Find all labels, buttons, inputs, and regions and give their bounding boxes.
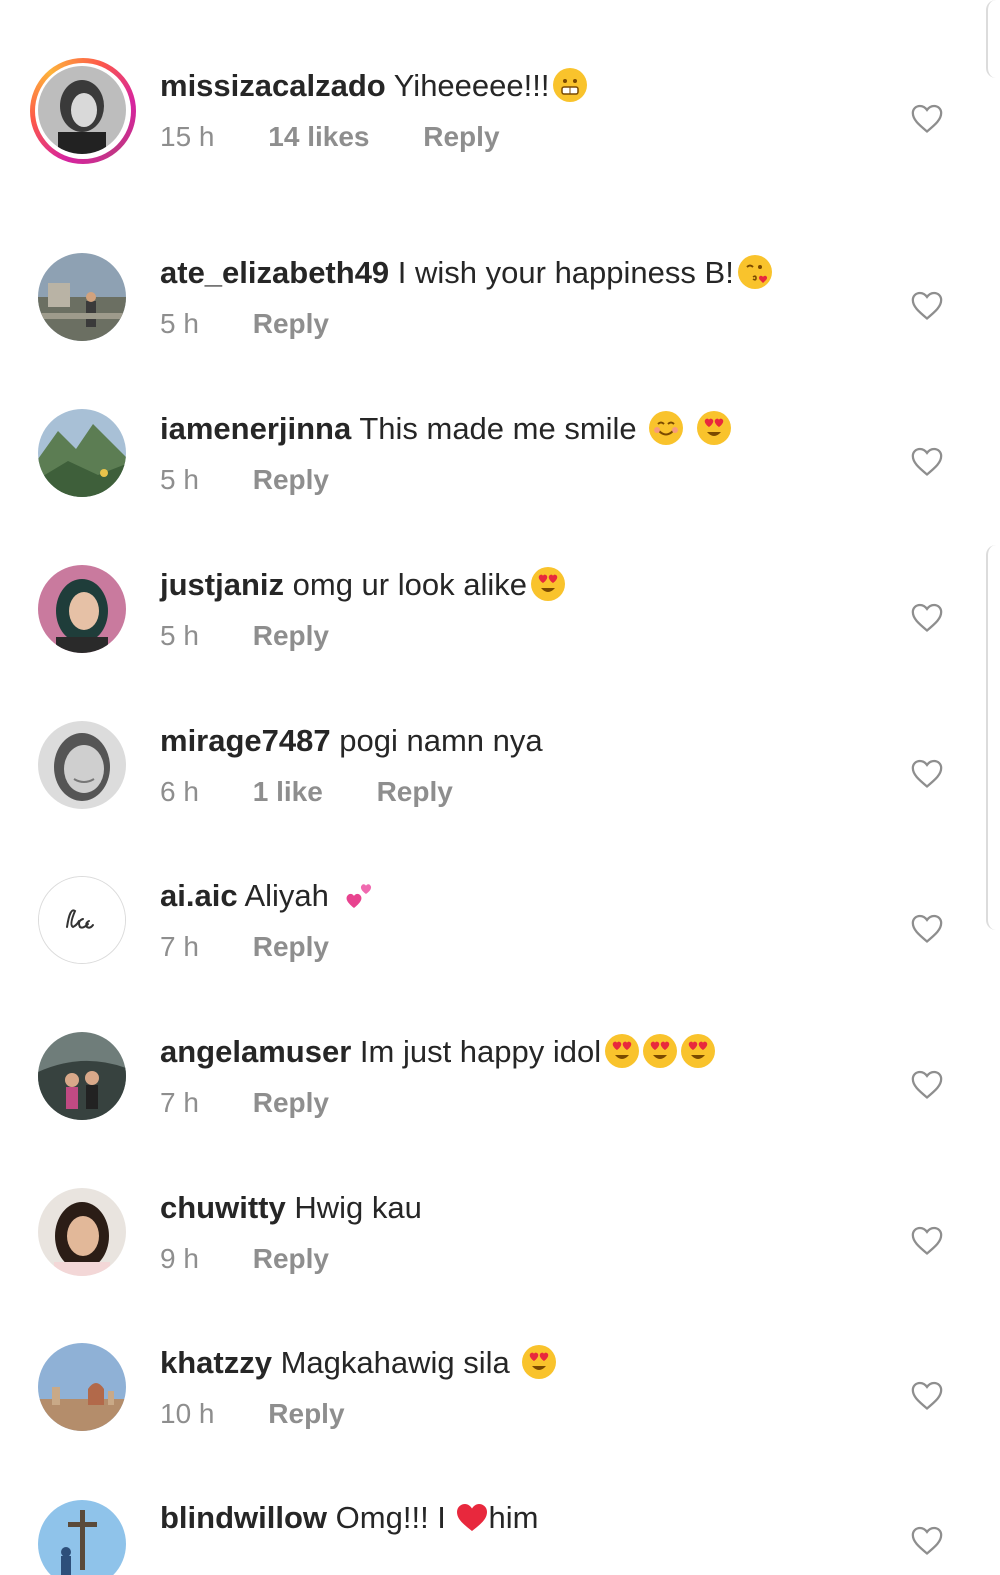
comment-text: I wish your happiness B! (397, 255, 734, 290)
comment-item: khatzzy Magkahawig sila 10 h Reply (0, 1343, 1000, 1473)
comment-text: Magkahawig sila (280, 1345, 510, 1380)
comment-text: Yiheeeee!!! (393, 68, 550, 103)
avatar[interactable] (38, 1500, 126, 1575)
reply-button[interactable]: Reply (253, 308, 329, 339)
grimacing-face-emoji (553, 68, 588, 102)
comment-item: ate_elizabeth49 I wish your happiness B!… (0, 253, 1000, 383)
heart-icon[interactable] (910, 757, 944, 789)
avatar[interactable] (38, 409, 126, 497)
reply-button[interactable]: Reply (253, 620, 329, 651)
avatar[interactable] (38, 1188, 126, 1276)
comment-text-continued: him (488, 1500, 539, 1535)
comment-likes[interactable]: 14 likes (268, 121, 369, 152)
heart-eyes-face-emoji (530, 567, 565, 601)
heart-eyes-face-emoji (681, 1034, 716, 1068)
heart-eyes-face-emoji (522, 1345, 557, 1379)
reply-button[interactable]: Reply (253, 1243, 329, 1274)
comment-meta: 5 h Reply (160, 307, 880, 341)
heart-icon[interactable] (910, 1524, 944, 1556)
scrollbar[interactable] (986, 545, 1000, 930)
comment-meta: 6 h 1 like Reply (160, 775, 880, 809)
comment-time: 6 h (160, 776, 199, 807)
comment-item: justjaniz omg ur look alike 5 h Reply (0, 565, 1000, 695)
comment-time: 5 h (160, 464, 199, 495)
heart-eyes-face-emoji (643, 1034, 678, 1068)
reply-button[interactable]: Reply (253, 464, 329, 495)
comment-time: 7 h (160, 931, 199, 962)
heart-eyes-face-emoji (697, 411, 732, 445)
heart-icon[interactable] (910, 1224, 944, 1256)
two-hearts-emoji (342, 878, 376, 912)
comment-username[interactable]: ai.aic (160, 878, 238, 913)
comment-username[interactable]: iamenerjinna (160, 411, 351, 446)
comment-username[interactable]: khatzzy (160, 1345, 272, 1380)
comment-username[interactable]: chuwitty (160, 1190, 286, 1225)
comment-time: 5 h (160, 620, 199, 651)
heart-icon[interactable] (910, 289, 944, 321)
comment-username[interactable]: justjaniz (160, 567, 284, 602)
comment-text: Im just happy idol (359, 1034, 602, 1069)
comment-item: mirage7487 pogi namn nya 6 h 1 like Repl… (0, 721, 1000, 851)
avatar[interactable] (38, 253, 126, 341)
comment-text: Omg!!! I (335, 1500, 446, 1535)
comment-item: missizacalzado Yiheeeee!!! 15 h 14 likes… (0, 58, 1000, 196)
comment-meta: 15 h 14 likes Reply (160, 120, 880, 154)
comment-time: 15 h (160, 121, 215, 152)
reply-button[interactable]: Reply (268, 1398, 344, 1429)
reply-button[interactable]: Reply (423, 121, 499, 152)
comment-username[interactable]: angelamuser (160, 1034, 351, 1069)
comment-text: omg ur look alike (292, 567, 527, 602)
heart-icon[interactable] (910, 912, 944, 944)
comment-time: 7 h (160, 1087, 199, 1118)
comment-meta: 7 h Reply (160, 930, 880, 964)
comment-item: iamenerjinna This made me smile 5 h Repl… (0, 409, 1000, 539)
smiling-face-emoji (649, 411, 684, 445)
heart-icon[interactable] (910, 1379, 944, 1411)
comment-time: 10 h (160, 1398, 215, 1429)
avatar[interactable] (38, 721, 126, 809)
heart-icon[interactable] (910, 445, 944, 477)
comment-text: pogi namn nya (339, 723, 543, 758)
comment-time: 9 h (160, 1243, 199, 1274)
comment-meta: 10 h Reply (160, 1397, 880, 1431)
comment-text: This made me smile (359, 411, 637, 446)
reply-button[interactable]: Reply (253, 931, 329, 962)
comment-meta: 9 h Reply (160, 1242, 880, 1276)
comment-meta: 7 h Reply (160, 1086, 880, 1120)
avatar[interactable] (38, 1343, 126, 1431)
red-heart-emoji (455, 1500, 489, 1534)
heart-icon[interactable] (910, 1068, 944, 1100)
comment-likes[interactable]: 1 like (253, 776, 323, 807)
comment-time: 5 h (160, 308, 199, 339)
avatar[interactable] (38, 565, 126, 653)
heart-icon[interactable] (910, 102, 944, 134)
comment-item: chuwitty Hwig kau 9 h Reply (0, 1188, 1000, 1318)
comment-text: Aliyah (244, 878, 329, 913)
reply-button[interactable]: Reply (377, 776, 453, 807)
comment-meta: 5 h Reply (160, 463, 880, 497)
comment-item: blindwillow Omg!!! I him (0, 1498, 1000, 1575)
avatar[interactable] (38, 876, 126, 964)
comment-username[interactable]: mirage7487 (160, 723, 331, 758)
heart-icon[interactable] (910, 601, 944, 633)
heart-eyes-face-emoji (605, 1034, 640, 1068)
face-blowing-kiss-emoji (737, 255, 772, 289)
comment-meta: 5 h Reply (160, 619, 880, 653)
comment-username[interactable]: ate_elizabeth49 (160, 255, 389, 290)
avatar[interactable] (38, 1032, 126, 1120)
avatar[interactable] (38, 66, 126, 154)
reply-button[interactable]: Reply (253, 1087, 329, 1118)
scroll-edge-top (986, 0, 1000, 78)
comment-item: ai.aic Aliyah 7 h Reply (0, 876, 1000, 1006)
comment-username[interactable]: blindwillow (160, 1500, 327, 1535)
comment-username[interactable]: missizacalzado (160, 68, 386, 103)
comment-text: Hwig kau (294, 1190, 422, 1225)
comment-item: angelamuser Im just happy idol 7 h Reply (0, 1032, 1000, 1162)
comment-list: missizacalzado Yiheeeee!!! 15 h 14 likes… (0, 0, 1000, 1575)
